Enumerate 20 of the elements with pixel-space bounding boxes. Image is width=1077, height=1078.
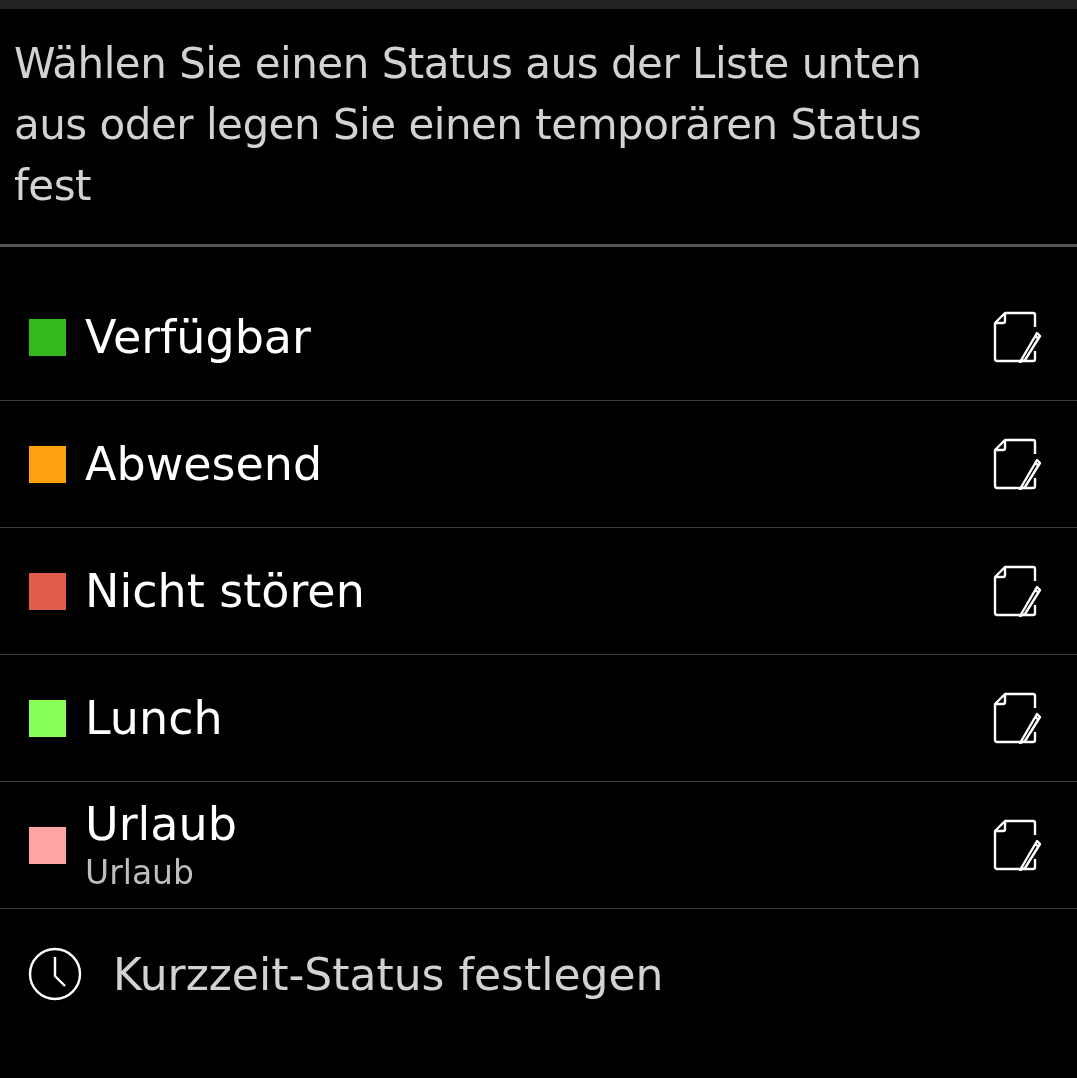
- edit-note-icon[interactable]: [993, 311, 1043, 363]
- edit-note-icon[interactable]: [993, 438, 1043, 490]
- status-name: Urlaub: [85, 796, 238, 852]
- status-item[interactable]: Lunch: [0, 655, 1077, 782]
- edit-note-icon[interactable]: [993, 565, 1043, 617]
- instruction-text: Wählen Sie einen Status aus der Liste unten aus oder legen Sie einen temporären Status fest: [13, 38, 923, 212]
- status-name: Abwesend: [85, 436, 324, 492]
- status-item[interactable]: Nicht stören: [0, 528, 1077, 655]
- edit-note-icon[interactable]: [993, 692, 1043, 744]
- set-temporary-status-item[interactable]: Kurzzeit-Status festlegen: [0, 909, 1077, 1039]
- status-name: Verfügbar: [85, 309, 312, 365]
- status-name: Nicht stören: [85, 563, 366, 619]
- status-subtitle: Urlaub: [85, 852, 195, 894]
- clock-icon: [28, 947, 82, 1001]
- status-name: Lunch: [85, 690, 224, 746]
- status-item[interactable]: Urlaub Urlaub: [0, 782, 1077, 909]
- set-temporary-status-label: Kurzzeit-Status festlegen: [113, 948, 664, 1000]
- edit-note-icon[interactable]: [993, 819, 1043, 871]
- status-item[interactable]: Abwesend: [0, 401, 1077, 528]
- status-item[interactable]: Verfügbar: [0, 274, 1077, 401]
